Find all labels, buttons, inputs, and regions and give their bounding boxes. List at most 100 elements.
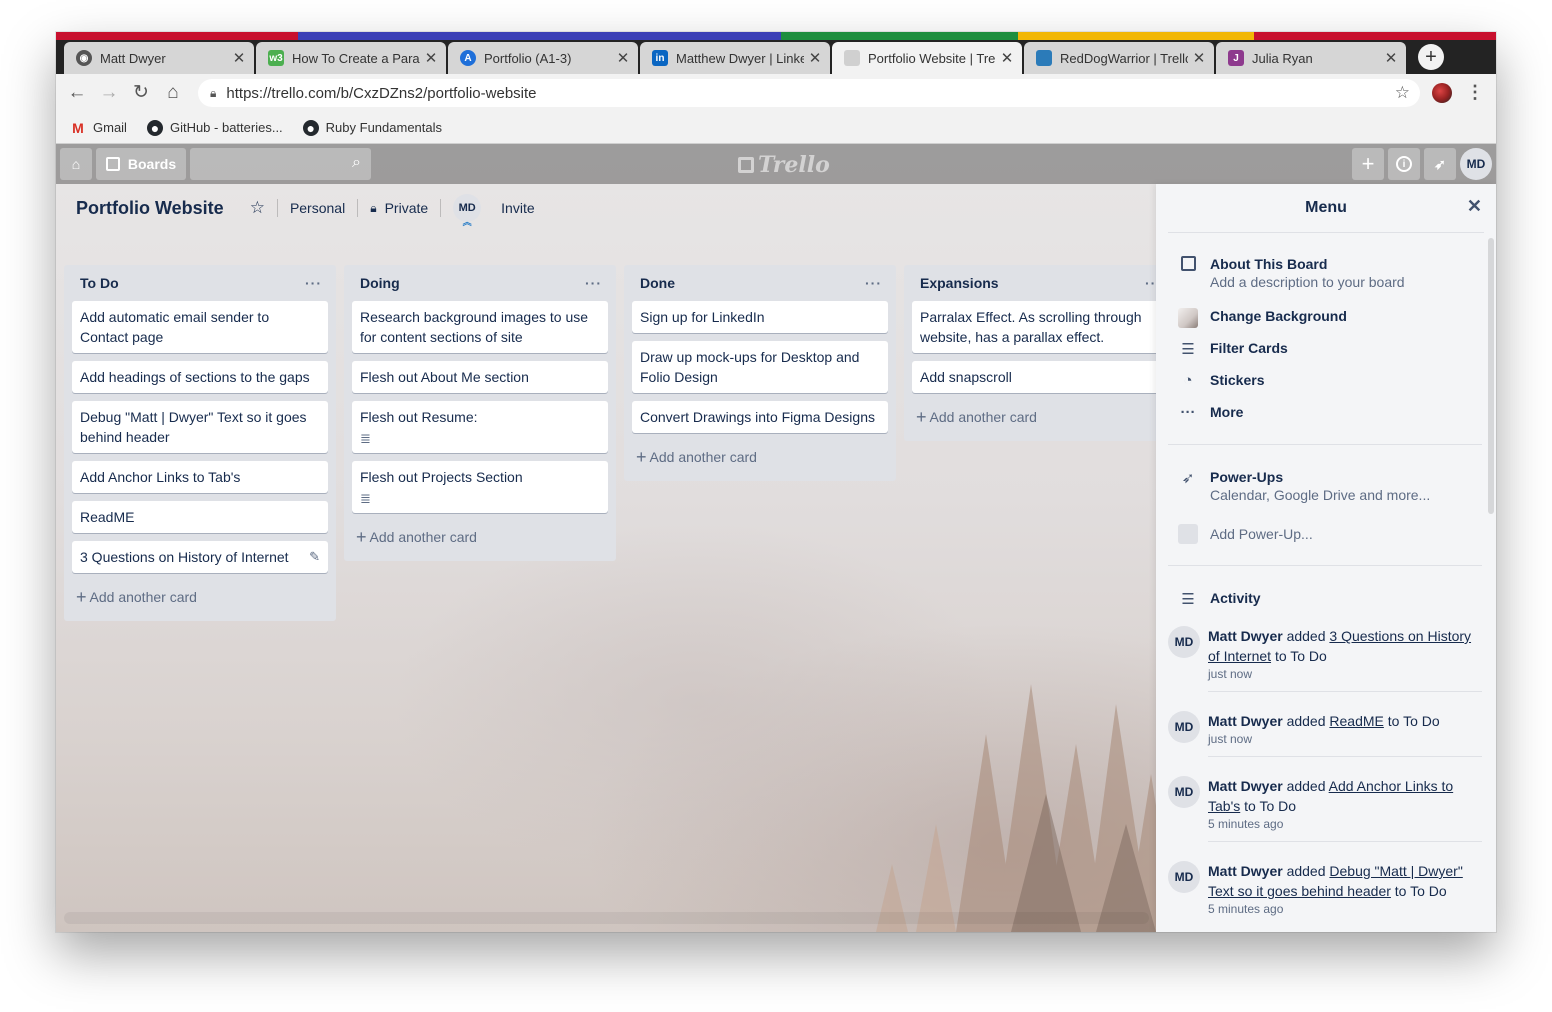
close-icon[interactable]: ✕ — [1380, 49, 1402, 67]
bookmark-star-icon[interactable]: ☆ — [1395, 83, 1410, 103]
tab-0[interactable]: ◉ Matt Dwyer ✕ — [64, 42, 254, 74]
list-menu-icon[interactable]: ··· — [865, 275, 882, 291]
boards-button[interactable]: Boards — [96, 148, 186, 180]
tab-1[interactable]: w3 How To Create a Parall ✕ — [256, 42, 446, 74]
browser-window: ◉ Matt Dwyer ✕ w3 How To Create a Parall… — [56, 32, 1496, 932]
close-icon[interactable]: ✕ — [420, 49, 442, 67]
info-button[interactable]: i — [1388, 148, 1420, 180]
filter-cards-item[interactable]: ☰ Filter Cards — [1178, 340, 1288, 358]
tab-5[interactable]: RedDogWarrior | Trello ✕ — [1024, 42, 1214, 74]
trello-logo[interactable]: Trello — [738, 152, 830, 178]
card[interactable]: Flesh out About Me section — [352, 361, 608, 393]
list-menu-icon[interactable]: ··· — [585, 275, 602, 291]
card[interactable]: 3 Questions on History of Internet ✎ — [72, 541, 328, 573]
list-header[interactable]: Doing ··· — [352, 265, 608, 301]
add-card-button[interactable]: + Add another card — [72, 581, 328, 613]
add-power-up-item[interactable]: Add Power-Up... — [1178, 524, 1313, 548]
add-card-button[interactable]: + Add another card — [632, 441, 888, 473]
team-button[interactable]: Personal — [278, 200, 357, 216]
list-header[interactable]: To Do ··· — [72, 265, 328, 301]
tab-4[interactable]: Portfolio Website | Trello ✕ — [832, 42, 1022, 74]
browser-menu-icon[interactable]: ⋮ — [1466, 82, 1484, 103]
card[interactable]: Research background images to use for co… — [352, 301, 608, 353]
url-bar[interactable]: 🔒︎ https://trello.com/b/CxzDZns2/portfol… — [198, 79, 1420, 107]
avatar[interactable]: MD — [1168, 776, 1200, 808]
reload-icon[interactable]: ↻ — [130, 82, 152, 104]
tab-3[interactable]: in Matthew Dwyer | Linkec ✕ — [640, 42, 830, 74]
tab-2[interactable]: A Portfolio (A1-3) ✕ — [448, 42, 638, 74]
add-card-button[interactable]: + Add another card — [912, 401, 1168, 433]
activity-time[interactable]: just now — [1208, 667, 1482, 681]
close-icon[interactable]: ✕ — [1188, 49, 1210, 67]
change-background-item[interactable]: Change Background — [1178, 308, 1347, 332]
activity-text: Matt Dwyer added ReadME to To Do — [1208, 711, 1482, 731]
back-icon[interactable]: ← — [66, 82, 88, 104]
close-icon[interactable]: ✕ — [804, 49, 826, 67]
github-icon: ● — [302, 119, 319, 136]
board-title[interactable]: Portfolio Website — [76, 198, 224, 219]
edit-pencil-icon[interactable]: ✎ — [309, 547, 320, 567]
list-title[interactable]: To Do — [80, 275, 119, 291]
add-card-button[interactable]: + Add another card — [352, 521, 608, 553]
list-title[interactable]: Expansions — [920, 275, 999, 291]
invite-button[interactable]: Invite — [493, 200, 546, 216]
power-ups-item[interactable]: ➶ Power-Ups Calendar, Google Drive and m… — [1178, 469, 1431, 503]
vertical-scrollbar[interactable] — [1488, 238, 1494, 514]
list-title[interactable]: Done — [640, 275, 675, 291]
activity-user[interactable]: Matt Dwyer — [1208, 713, 1283, 729]
board-search-input[interactable]: ⌕ — [190, 148, 371, 180]
bookmark-github[interactable]: ● GitHub - batteries... — [146, 119, 283, 136]
more-item[interactable]: ··· More — [1178, 404, 1244, 421]
new-tab-button[interactable]: + — [1418, 44, 1444, 70]
profile-avatar[interactable] — [1432, 83, 1452, 103]
home-button[interactable]: ⌂ — [60, 148, 92, 180]
card[interactable]: Convert Drawings into Figma Designs — [632, 401, 888, 433]
card[interactable]: Flesh out Projects Section ≣ — [352, 461, 608, 513]
avatar[interactable]: MD — [1168, 861, 1200, 893]
bookmark-ruby[interactable]: ● Ruby Fundamentals — [302, 119, 442, 136]
activity-user[interactable]: Matt Dwyer — [1208, 628, 1283, 644]
tab-6[interactable]: J Julia Ryan ✕ — [1216, 42, 1406, 74]
activity-user[interactable]: Matt Dwyer — [1208, 778, 1283, 794]
close-icon[interactable]: ✕ — [228, 49, 250, 67]
avatar[interactable]: MD — [1168, 711, 1200, 743]
card[interactable]: Draw up mock-ups for Desktop and Folio D… — [632, 341, 888, 393]
activity-time[interactable]: 5 minutes ago — [1208, 902, 1482, 916]
notifications-button[interactable]: ➶ — [1424, 148, 1456, 180]
star-board-button[interactable]: ☆ — [246, 198, 277, 218]
board-member-avatar[interactable]: MD ︽ — [441, 194, 493, 227]
close-icon[interactable]: ✕ — [612, 49, 634, 67]
plus-icon: + — [1361, 151, 1375, 176]
card[interactable]: ReadME — [72, 501, 328, 533]
activity-time[interactable]: just now — [1208, 732, 1482, 746]
w3-icon: w3 — [268, 50, 284, 66]
activity-card-link[interactable]: ReadME — [1329, 713, 1383, 729]
card[interactable]: Add snapscroll — [912, 361, 1168, 393]
list-title[interactable]: Doing — [360, 275, 400, 291]
card[interactable]: Add Anchor Links to Tab's — [72, 461, 328, 493]
stickers-item[interactable]: ◔ Stickers — [1178, 372, 1264, 389]
list-header[interactable]: Expansions ··· — [912, 265, 1168, 301]
close-icon[interactable]: ✕ — [996, 49, 1018, 67]
avatar[interactable]: MD — [1168, 626, 1200, 658]
horizontal-scrollbar[interactable] — [64, 912, 1149, 924]
card[interactable]: Parralax Effect. As scrolling through we… — [912, 301, 1168, 353]
sticker-icon: ◔ — [1183, 372, 1193, 389]
home-icon[interactable]: ⌂ — [162, 82, 184, 104]
close-menu-icon[interactable]: ✕ — [1467, 196, 1482, 217]
list-menu-icon[interactable]: ··· — [305, 275, 322, 291]
card[interactable]: Debug "Matt | Dwyer" Text so it goes beh… — [72, 401, 328, 453]
forward-icon[interactable]: → — [98, 82, 120, 104]
list-header[interactable]: Done ··· — [632, 265, 888, 301]
member-avatar[interactable]: MD — [1460, 148, 1492, 180]
card[interactable]: Add headings of sections to the gaps — [72, 361, 328, 393]
card[interactable]: Add automatic email sender to Contact pa… — [72, 301, 328, 353]
visibility-button[interactable]: 🔒︎ Private — [358, 200, 440, 216]
card[interactable]: Flesh out Resume: ≣ — [352, 401, 608, 453]
about-board-item[interactable]: About This Board Add a description to yo… — [1178, 256, 1405, 290]
activity-time[interactable]: 5 minutes ago — [1208, 817, 1482, 831]
card[interactable]: Sign up for LinkedIn — [632, 301, 888, 333]
bookmark-gmail[interactable]: M Gmail — [70, 120, 127, 136]
activity-user[interactable]: Matt Dwyer — [1208, 863, 1283, 879]
create-button[interactable]: + — [1352, 148, 1384, 180]
